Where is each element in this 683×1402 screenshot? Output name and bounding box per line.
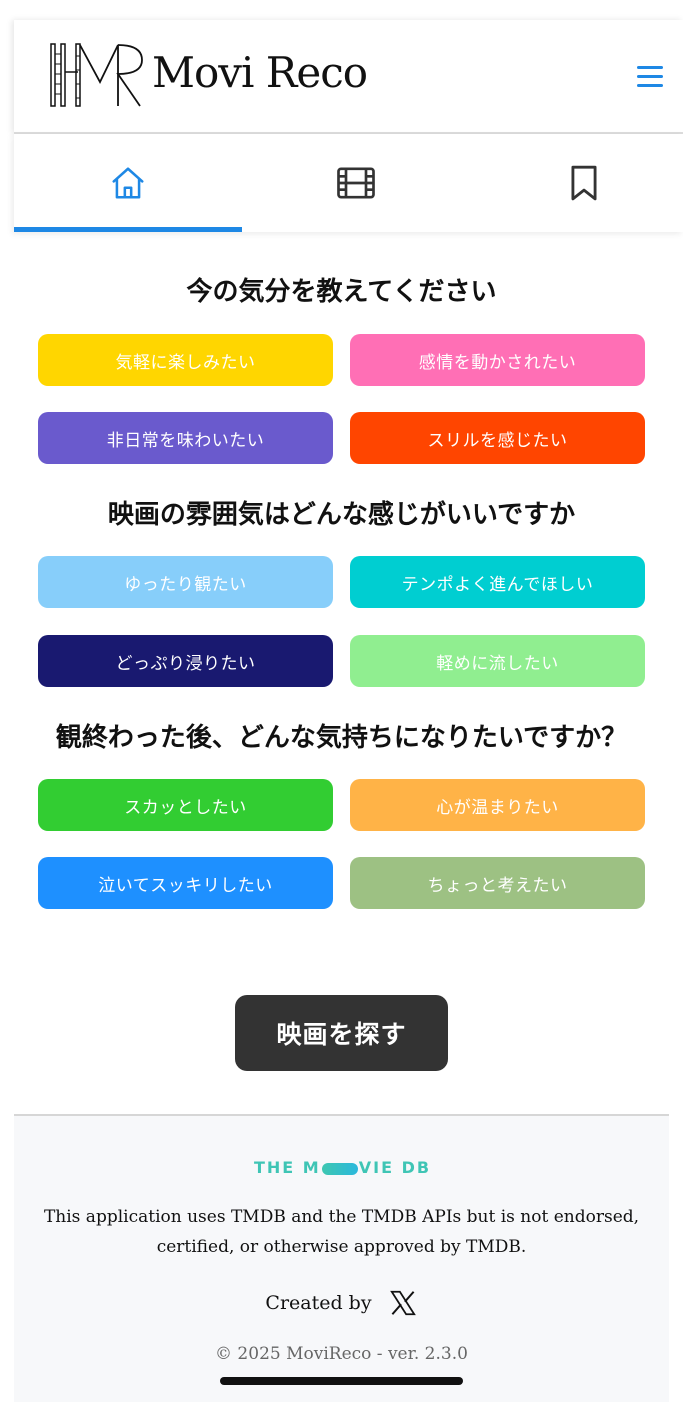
tmdb-logo[interactable]: THE M VIE DB bbox=[254, 1158, 430, 1178]
option-button[interactable]: ちょっと考えたい bbox=[350, 857, 645, 909]
option-button[interactable]: 気軽に楽しみたい bbox=[38, 334, 333, 386]
tmdb-pill-icon bbox=[321, 1162, 358, 1175]
home-indicator bbox=[220, 1377, 463, 1385]
option-button[interactable]: 心が温まりたい bbox=[350, 779, 645, 831]
app-header: Movi Reco bbox=[14, 20, 683, 134]
section-title-after-feeling: 観終わった後、どんな気持ちになりたいですか？ bbox=[55, 723, 628, 753]
created-by: Created by bbox=[14, 1288, 669, 1318]
hamburger-menu-icon[interactable] bbox=[637, 66, 663, 88]
option-button[interactable]: スカッとしたい bbox=[38, 779, 333, 831]
active-tab-indicator bbox=[14, 227, 242, 232]
copyright: © 2025 MoviReco - ver. 2.3.0 bbox=[215, 1344, 468, 1364]
option-button[interactable]: 軽めに流したい bbox=[350, 635, 645, 687]
app-logo[interactable]: Movi Reco bbox=[48, 42, 378, 112]
section-title-mood: 今の気分を教えてください bbox=[186, 277, 497, 307]
option-button[interactable]: テンポよく進んでほしい bbox=[350, 556, 645, 608]
app-name: Movi Reco bbox=[152, 48, 368, 97]
home-icon bbox=[112, 167, 144, 199]
footer: THE M VIE DB This application uses TMDB a… bbox=[14, 1114, 669, 1402]
search-movies-button[interactable]: 映画を探す bbox=[235, 995, 448, 1071]
logo-mark-icon bbox=[50, 43, 143, 107]
bookmark-icon bbox=[571, 165, 597, 201]
page: Movi Reco 今の気分を教えてください 気軽に楽しみたい 感情を動かされた… bbox=[14, 0, 683, 1402]
option-button[interactable]: スリルを感じたい bbox=[350, 412, 645, 464]
tab-bar bbox=[14, 134, 683, 232]
film-icon bbox=[337, 167, 375, 199]
option-button[interactable]: どっぷり浸りたい bbox=[38, 635, 333, 687]
option-button[interactable]: ゆったり観たい bbox=[38, 556, 333, 608]
option-button[interactable]: 泣いてスッキリしたい bbox=[38, 857, 333, 909]
tab-movies[interactable] bbox=[242, 134, 470, 232]
tab-bookmarks[interactable] bbox=[470, 134, 683, 232]
option-button[interactable]: 非日常を味わいたい bbox=[38, 412, 333, 464]
section-title-atmosphere: 映画の雰囲気はどんな感じがいいですか bbox=[107, 500, 576, 530]
tmdb-logo-right: VIE DB bbox=[358, 1158, 432, 1177]
tmdb-attribution: This application uses TMDB and the TMDB … bbox=[43, 1207, 640, 1257]
x-logo-icon[interactable] bbox=[388, 1288, 418, 1318]
option-button[interactable]: 感情を動かされたい bbox=[350, 334, 645, 386]
tab-home[interactable] bbox=[14, 134, 242, 232]
tmdb-logo-left: THE M bbox=[254, 1158, 321, 1177]
created-by-label: Created by bbox=[265, 1292, 372, 1314]
